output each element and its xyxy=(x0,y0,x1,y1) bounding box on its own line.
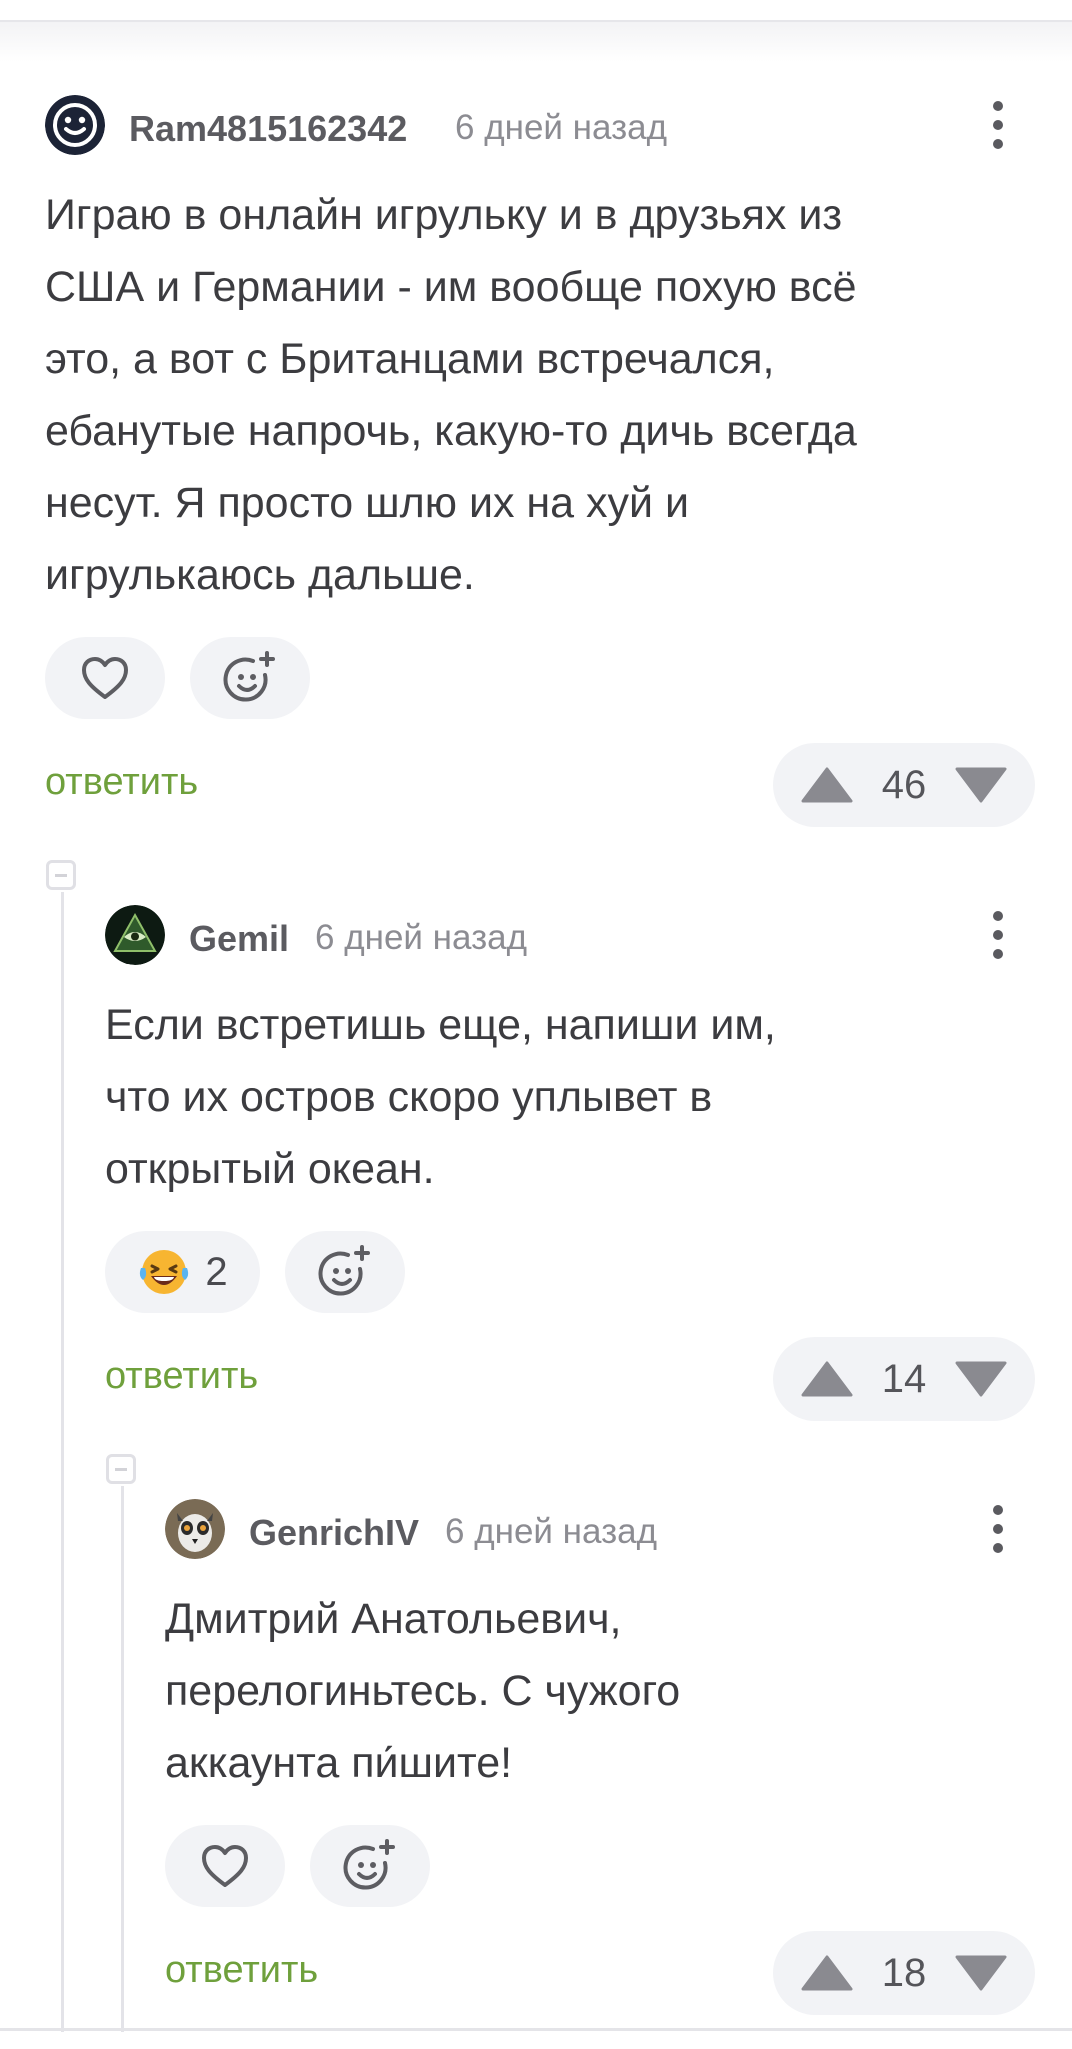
comment-time: 6 дней назад xyxy=(445,1512,658,1551)
comment-header: Gemil 6 дней назад xyxy=(105,905,1035,965)
bottom-divider xyxy=(0,2028,1072,2031)
downvote-arrow-icon[interactable] xyxy=(955,1955,1007,1991)
like-button[interactable] xyxy=(165,1825,285,1907)
reply-link[interactable]: ответить xyxy=(105,1355,258,1398)
comment-time: 6 дней назад xyxy=(455,108,668,147)
vote-box: 46 xyxy=(773,743,1035,827)
add-emoji-icon xyxy=(223,651,275,702)
reply-link[interactable]: ответить xyxy=(165,1949,318,1992)
top-shade xyxy=(0,22,1072,62)
comment-text: Играю в онлайн игрульку и в друзьях из С… xyxy=(45,191,857,599)
thread-line-level-2[interactable] xyxy=(121,1486,124,2032)
like-button[interactable] xyxy=(45,637,165,719)
comment-text: Если встретишь еще, напиши им, что их ос… xyxy=(105,1001,776,1193)
author-name[interactable]: Ram4815162342 xyxy=(129,108,407,150)
heart-icon xyxy=(202,1845,248,1887)
comment-header: GenrichIV 6 дней назад xyxy=(165,1499,1035,1559)
vote-box: 14 xyxy=(773,1337,1035,1421)
comment-time: 6 дней назад xyxy=(315,918,528,957)
add-reaction-button[interactable] xyxy=(310,1825,430,1907)
downvote-arrow-icon[interactable] xyxy=(955,767,1007,803)
add-emoji-icon xyxy=(318,1245,370,1296)
comment-1: Ram4815162342 6 дней назад Играю в онлай… xyxy=(45,95,1035,835)
top-bar xyxy=(0,0,1072,22)
smiley-avatar-icon[interactable] xyxy=(45,95,105,155)
collapse-thread-button[interactable] xyxy=(106,1454,136,1484)
comment-2: Gemil 6 дней назад Если встретишь еще, н… xyxy=(105,905,1035,1425)
comment-text: Дмитрий Анатольевич, перелогиньтесь. С ч… xyxy=(165,1595,681,1787)
more-options-icon[interactable] xyxy=(986,99,1010,151)
downvote-arrow-icon[interactable] xyxy=(955,1361,1007,1397)
more-options-icon[interactable] xyxy=(986,909,1010,961)
more-options-icon[interactable] xyxy=(986,1503,1010,1555)
all-seeing-eye-avatar-icon[interactable] xyxy=(105,905,165,965)
reaction-button[interactable]: 2 xyxy=(105,1231,260,1313)
author-name[interactable]: Gemil xyxy=(189,918,289,960)
author-name[interactable]: GenrichIV xyxy=(249,1512,419,1554)
reply-link[interactable]: ответить xyxy=(45,761,198,804)
comment-header: Ram4815162342 6 дней назад xyxy=(45,95,1035,155)
add-reaction-button[interactable] xyxy=(285,1231,405,1313)
add-reaction-button[interactable] xyxy=(190,637,310,719)
reaction-count: 2 xyxy=(205,1249,228,1294)
lemur-avatar-icon[interactable] xyxy=(165,1499,225,1559)
add-emoji-icon xyxy=(343,1839,395,1890)
laughing-tears-emoji-icon xyxy=(140,1250,189,1294)
vote-box: 18 xyxy=(773,1931,1035,2015)
heart-icon xyxy=(82,657,128,699)
comment-3: GenrichIV 6 дней назад Дмитрий Анатольев… xyxy=(165,1499,1035,2019)
thread-line-level-1[interactable] xyxy=(61,892,64,2032)
collapse-thread-button[interactable] xyxy=(46,860,76,890)
